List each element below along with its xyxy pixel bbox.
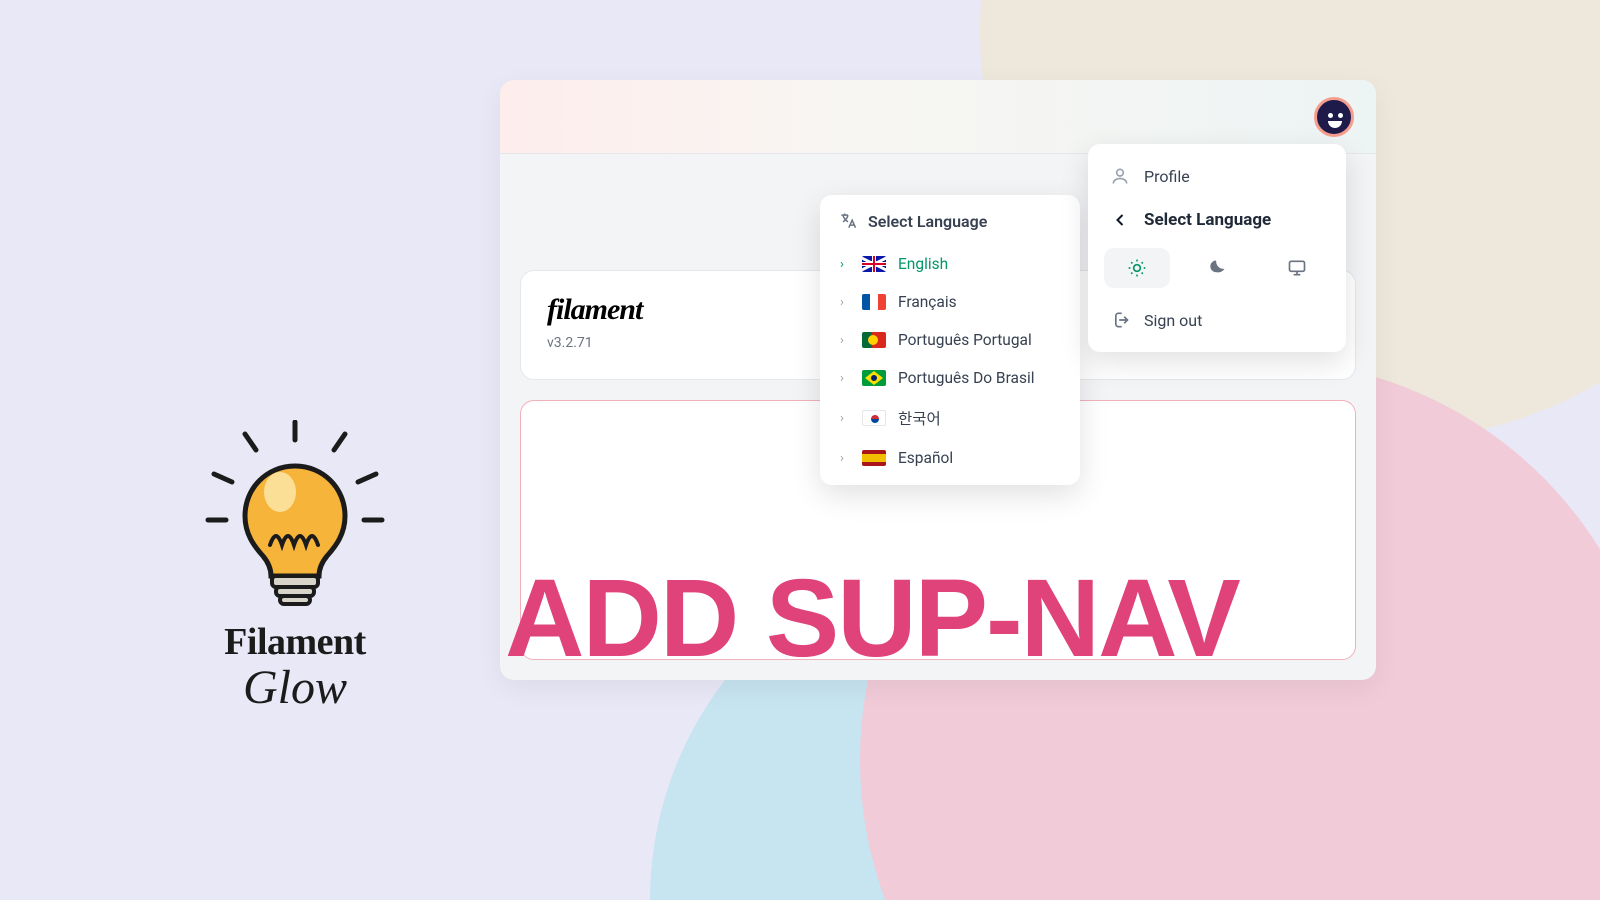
headline: ADD SUP-NAV bbox=[505, 555, 1239, 682]
lang-item-korean[interactable]: › 한국어 bbox=[826, 397, 1074, 439]
sign-out-label: Sign out bbox=[1144, 311, 1202, 330]
lightbulb-icon bbox=[190, 420, 400, 610]
flag-fr-icon bbox=[862, 294, 886, 310]
chevron-right-icon: › bbox=[840, 333, 850, 348]
theme-switcher bbox=[1096, 242, 1338, 298]
theme-dark-button[interactable] bbox=[1184, 248, 1250, 288]
theme-system-button[interactable] bbox=[1264, 248, 1330, 288]
translate-icon bbox=[838, 211, 858, 231]
language-popover-header: Select Language bbox=[820, 195, 1080, 245]
lang-item-espanol[interactable]: › Español bbox=[826, 439, 1074, 477]
select-language-item[interactable]: Select Language bbox=[1096, 198, 1338, 242]
lang-label: Español bbox=[898, 449, 953, 467]
lang-item-english[interactable]: › English bbox=[826, 245, 1074, 283]
logo-line2: Glow bbox=[190, 660, 400, 715]
chevron-right-icon: › bbox=[840, 451, 850, 466]
lang-label: Português Portugal bbox=[898, 331, 1032, 349]
theme-light-button[interactable] bbox=[1104, 248, 1170, 288]
lang-label: Français bbox=[898, 293, 957, 311]
filament-glow-logo: Filament Glow bbox=[190, 420, 400, 715]
monitor-icon bbox=[1287, 258, 1307, 278]
lang-label: Português Do Brasil bbox=[898, 369, 1035, 387]
sign-out-item[interactable]: Sign out bbox=[1096, 298, 1338, 342]
lang-item-francais[interactable]: › Français bbox=[826, 283, 1074, 321]
sign-out-icon bbox=[1110, 310, 1130, 330]
chevron-right-icon: › bbox=[840, 411, 850, 426]
user-menu-popover: Profile Select Language bbox=[1088, 144, 1346, 352]
flag-pt-icon bbox=[862, 332, 886, 348]
app-topbar bbox=[500, 80, 1376, 154]
select-language-label: Select Language bbox=[1144, 210, 1271, 230]
lang-item-pt-br[interactable]: › Português Do Brasil bbox=[826, 359, 1074, 397]
flag-gb-icon bbox=[862, 256, 886, 272]
logo-line1: Filament bbox=[190, 620, 400, 664]
language-list: › English › Français › Português Portuga… bbox=[820, 245, 1080, 485]
moon-icon bbox=[1207, 258, 1227, 278]
language-popover: Select Language › English › Français › P… bbox=[820, 195, 1080, 485]
flag-br-icon bbox=[862, 370, 886, 386]
user-icon bbox=[1110, 166, 1130, 186]
chevron-right-icon: › bbox=[840, 371, 850, 386]
lang-item-pt-pt[interactable]: › Português Portugal bbox=[826, 321, 1074, 359]
language-popover-title: Select Language bbox=[868, 212, 987, 231]
flag-kr-icon bbox=[862, 410, 886, 426]
lang-label: English bbox=[898, 255, 948, 273]
flag-es-icon bbox=[862, 450, 886, 466]
chevron-right-icon: › bbox=[840, 257, 850, 272]
chevron-right-icon: › bbox=[840, 295, 850, 310]
avatar[interactable] bbox=[1314, 97, 1354, 137]
lang-label: 한국어 bbox=[898, 407, 941, 429]
sun-icon bbox=[1127, 258, 1147, 278]
profile-label: Profile bbox=[1144, 167, 1190, 186]
chevron-left-icon bbox=[1110, 210, 1130, 230]
profile-item[interactable]: Profile bbox=[1096, 154, 1338, 198]
